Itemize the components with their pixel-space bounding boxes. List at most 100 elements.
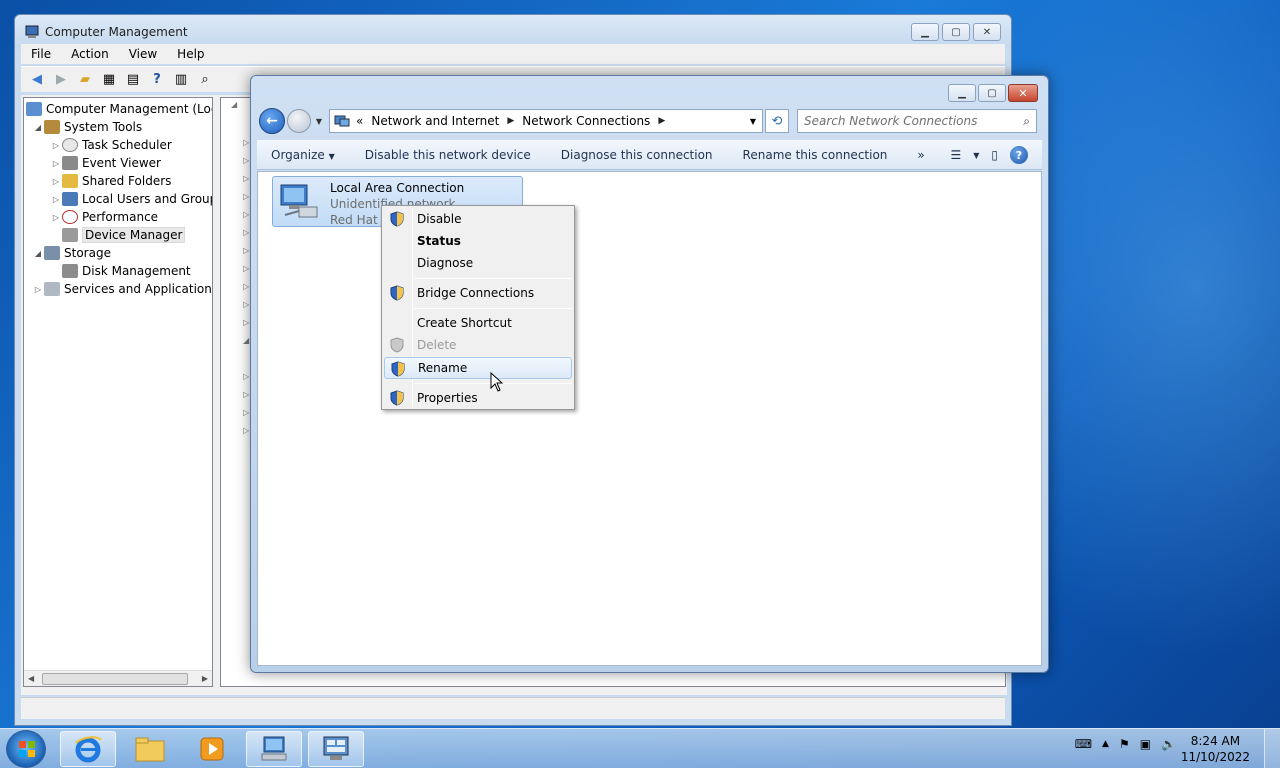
breadcrumb-arrow-icon[interactable]: ▶ [507,116,514,126]
collapse-arrow-icon[interactable]: ◢ [231,100,237,109]
tree-node-task-scheduler[interactable]: ▷ Task Scheduler [50,136,172,154]
expand-arrow-icon[interactable]: ▷ [32,285,44,294]
menu-item-create-shortcut[interactable]: Create Shortcut [384,312,572,334]
scrollbar-thumb[interactable] [42,673,188,685]
taskbar-media-player[interactable] [184,731,240,767]
scroll-left-icon[interactable]: ◀ [28,674,34,683]
tree-node-performance[interactable]: ▷ Performance [50,208,158,226]
show-hidden-icons-icon[interactable]: ▲ [1102,739,1109,749]
close-button[interactable]: ✕ [973,23,1001,41]
tree-node-system-tools[interactable]: ◢ System Tools [32,118,142,136]
expand-arrow-icon[interactable]: ▷ [50,159,62,168]
refresh-button[interactable]: ⟲ [765,109,789,133]
menu-item-bridge-connections[interactable]: Bridge Connections [384,282,572,304]
expand-arrow-icon[interactable]: ▷ [243,246,249,255]
diagnose-connection-button[interactable]: Diagnose this connection [561,148,713,162]
up-folder-icon[interactable]: ▰ [75,71,95,89]
help-icon[interactable]: ? [1010,146,1028,164]
action-center-flag-icon[interactable]: ⚑ [1119,737,1130,751]
network-status-icon[interactable]: ▣ [1140,737,1151,751]
show-desktop-button[interactable] [1264,729,1280,768]
action-pane-icon[interactable]: ▥ [171,71,191,89]
taskbar-windows-explorer[interactable] [122,731,178,767]
expand-arrow-icon[interactable]: ▷ [243,156,249,165]
expand-arrow-icon[interactable]: ▷ [243,408,249,417]
expand-arrow-icon[interactable]: ▷ [50,141,62,150]
more-commands-button[interactable]: » [917,148,924,162]
collapse-arrow-icon[interactable]: ◢ [243,336,249,345]
breadcrumb-network-internet[interactable]: Network and Internet [371,114,499,128]
minimize-button[interactable]: ▁ [911,23,939,41]
expand-arrow-icon[interactable]: ▷ [50,195,62,204]
tree-horizontal-scrollbar[interactable]: ◀ ▶ [24,670,212,686]
search-input[interactable]: Search Network Connections ⌕ [797,109,1037,133]
recent-pages-dropdown-icon[interactable]: ▼ [313,117,325,126]
expand-arrow-icon[interactable]: ▷ [243,210,249,219]
back-arrow-icon[interactable]: ◀ [27,71,47,89]
scroll-right-icon[interactable]: ▶ [202,674,208,683]
breadcrumb-network-connections[interactable]: Network Connections [522,114,650,128]
expand-arrow-icon[interactable]: ▷ [243,318,249,327]
tree-node-services-apps[interactable]: ▷ Services and Applications [32,280,212,298]
address-dropdown-icon[interactable]: ▼ [744,117,762,126]
scan-hardware-icon[interactable]: ⌕ [195,71,215,89]
collapse-arrow-icon[interactable]: ◢ [32,123,44,132]
minimize-button[interactable]: ▁ [948,84,976,102]
keyboard-icon[interactable]: ⌨ [1075,737,1092,751]
expand-arrow-icon[interactable]: ▷ [243,282,249,291]
menu-file[interactable]: File [21,47,61,61]
help-icon[interactable]: ? [147,71,167,89]
tree-node-computer-management[interactable]: Computer Management (Local [26,100,212,118]
search-icon[interactable]: ⌕ [1023,114,1030,129]
expand-arrow-icon[interactable]: ▷ [243,390,249,399]
taskbar-network-connections[interactable] [246,731,302,767]
maximize-button[interactable]: ▢ [978,84,1006,102]
breadcrumb-arrow-icon[interactable]: ▶ [658,116,665,126]
tree-node-local-users[interactable]: ▷ Local Users and Groups [50,190,212,208]
tree-node-shared-folders[interactable]: ▷ Shared Folders [50,172,171,190]
back-button[interactable]: ← [259,108,285,134]
expand-arrow-icon[interactable]: ▷ [243,264,249,273]
system-clock[interactable]: 8:24 AM 11/10/2022 [1181,733,1250,765]
tree-node-event-viewer[interactable]: ▷ Event Viewer [50,154,161,172]
breadcrumb-overflow[interactable]: « [356,114,363,128]
volume-muted-icon[interactable]: 🔈 [1161,737,1176,751]
collapse-arrow-icon[interactable]: ◢ [32,249,44,258]
tree-node-device-manager[interactable]: Device Manager [62,226,186,244]
expand-arrow-icon[interactable]: ▷ [243,174,249,183]
address-bar[interactable]: « Network and Internet ▶ Network Connect… [329,109,763,133]
menu-item-disable[interactable]: Disable [384,208,572,230]
menu-item-diagnose[interactable]: Diagnose [384,252,572,274]
maximize-button[interactable]: ▢ [942,23,970,41]
expand-arrow-icon[interactable]: ▷ [50,213,62,222]
taskbar-computer-management[interactable] [308,731,364,767]
menu-item-rename[interactable]: Rename [384,357,572,379]
menu-item-properties[interactable]: Properties [384,387,572,409]
menu-view[interactable]: View [119,47,167,61]
menu-item-status[interactable]: Status [384,230,572,252]
forward-arrow-icon[interactable]: ▶ [51,71,71,89]
expand-arrow-icon[interactable]: ▷ [243,372,249,381]
forward-button[interactable] [287,109,311,133]
start-button[interactable] [6,730,46,768]
rename-connection-button[interactable]: Rename this connection [743,148,888,162]
expand-arrow-icon[interactable]: ▷ [243,228,249,237]
change-view-icon[interactable]: ☰ [950,148,961,162]
expand-arrow-icon[interactable]: ▷ [243,300,249,309]
expand-arrow-icon[interactable]: ▷ [243,426,249,435]
organize-button[interactable]: Organize ▼ [271,148,335,162]
taskbar-internet-explorer[interactable] [60,731,116,767]
disable-device-button[interactable]: Disable this network device [365,148,531,162]
menu-action[interactable]: Action [61,47,119,61]
expand-arrow-icon[interactable]: ▷ [50,177,62,186]
preview-pane-icon[interactable]: ▯ [991,148,998,162]
chevron-down-icon[interactable]: ▼ [973,151,979,160]
close-button[interactable]: ✕ [1008,84,1038,102]
expand-arrow-icon[interactable]: ▷ [243,138,249,147]
expand-arrow-icon[interactable]: ▷ [243,192,249,201]
show-hide-tree-icon[interactable]: ▦ [99,71,119,89]
tree-node-storage[interactable]: ◢ Storage [32,244,111,262]
tree-node-disk-management[interactable]: Disk Management [62,262,191,280]
menu-help[interactable]: Help [167,47,214,61]
properties-icon[interactable]: ▤ [123,71,143,89]
